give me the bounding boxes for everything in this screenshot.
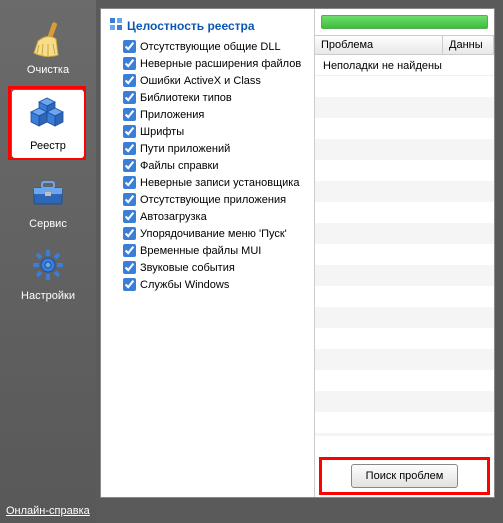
check-box[interactable] bbox=[123, 261, 136, 274]
sidebar-item-settings[interactable]: Настройки bbox=[12, 244, 84, 302]
main-panel: Целостность реестра Отсутствующие общие … bbox=[100, 8, 495, 498]
button-area: Поиск проблем bbox=[315, 455, 494, 497]
check-label: Неверные расширения файлов bbox=[140, 58, 301, 70]
result-row: Неполадки не найдены bbox=[315, 55, 494, 76]
result-body: Неполадки не найдены bbox=[315, 55, 494, 455]
result-header: Проблема Данны bbox=[315, 35, 494, 55]
empty-rows bbox=[315, 76, 494, 436]
check-item[interactable]: Отсутствующие общие DLL bbox=[123, 38, 310, 55]
check-label: Приложения bbox=[140, 109, 204, 121]
check-box[interactable] bbox=[123, 227, 136, 240]
check-box[interactable] bbox=[123, 210, 136, 223]
check-box[interactable] bbox=[123, 40, 136, 53]
check-label: Библиотеки типов bbox=[140, 92, 232, 104]
check-label: Временные файлы MUI bbox=[140, 245, 261, 257]
panel-title: Целостность реестра bbox=[109, 17, 310, 34]
scan-button[interactable]: Поиск проблем bbox=[351, 464, 459, 488]
check-box[interactable] bbox=[123, 108, 136, 121]
registry-small-icon bbox=[109, 17, 123, 34]
check-box[interactable] bbox=[123, 74, 136, 87]
check-box[interactable] bbox=[123, 142, 136, 155]
check-item[interactable]: Автозагрузка bbox=[123, 208, 310, 225]
check-item[interactable]: Временные файлы MUI bbox=[123, 242, 310, 259]
registry-cubes-icon bbox=[20, 94, 76, 136]
check-box[interactable] bbox=[123, 125, 136, 138]
gear-icon bbox=[20, 244, 76, 286]
result-panel: Проблема Данны Неполадки не найдены Поис… bbox=[315, 9, 494, 497]
progress-bar bbox=[321, 15, 488, 29]
check-item[interactable]: Упорядочивание меню 'Пуск' bbox=[123, 225, 310, 242]
check-label: Службы Windows bbox=[140, 279, 229, 291]
column-problem[interactable]: Проблема bbox=[315, 36, 443, 54]
check-label: Пути приложений bbox=[140, 143, 230, 155]
column-data[interactable]: Данны bbox=[443, 36, 494, 54]
check-label: Неверные записи установщика bbox=[140, 177, 299, 189]
check-label: Упорядочивание меню 'Пуск' bbox=[140, 228, 287, 240]
check-item[interactable]: Файлы справки bbox=[123, 157, 310, 174]
check-label: Файлы справки bbox=[140, 160, 219, 172]
check-item[interactable]: Шрифты bbox=[123, 123, 310, 140]
sidebar-item-label: Сервис bbox=[12, 218, 84, 230]
check-item[interactable]: Пути приложений bbox=[123, 140, 310, 157]
check-item[interactable]: Библиотеки типов bbox=[123, 89, 310, 106]
broom-icon bbox=[20, 18, 76, 60]
sidebar: Очистка Реестр bbox=[0, 0, 96, 523]
check-item[interactable]: Звуковые события bbox=[123, 259, 310, 276]
check-label: Отсутствующие общие DLL bbox=[140, 41, 281, 53]
check-label: Отсутствующие приложения bbox=[140, 194, 286, 206]
sidebar-item-cleanup[interactable]: Очистка bbox=[12, 18, 84, 76]
check-label: Автозагрузка bbox=[140, 211, 207, 223]
check-label: Ошибки ActiveX и Class bbox=[140, 75, 261, 87]
sidebar-item-label: Реестр bbox=[12, 140, 84, 152]
check-box[interactable] bbox=[123, 278, 136, 291]
check-item[interactable]: Приложения bbox=[123, 106, 310, 123]
check-panel: Целостность реестра Отсутствующие общие … bbox=[101, 9, 315, 497]
sidebar-item-tools[interactable]: Сервис bbox=[12, 172, 84, 230]
check-item[interactable]: Отсутствующие приложения bbox=[123, 191, 310, 208]
check-item[interactable]: Ошибки ActiveX и Class bbox=[123, 72, 310, 89]
check-list: Отсутствующие общие DLL Неверные расширен… bbox=[105, 38, 310, 293]
check-box[interactable] bbox=[123, 193, 136, 206]
check-box[interactable] bbox=[123, 244, 136, 257]
sidebar-item-label: Очистка bbox=[12, 64, 84, 76]
check-item[interactable]: Неверные расширения файлов bbox=[123, 55, 310, 72]
check-item[interactable]: Неверные записи установщика bbox=[123, 174, 310, 191]
toolbox-icon bbox=[20, 172, 76, 214]
check-item[interactable]: Службы Windows bbox=[123, 276, 310, 293]
sidebar-item-label: Настройки bbox=[12, 290, 84, 302]
check-label: Звуковые события bbox=[140, 262, 235, 274]
check-box[interactable] bbox=[123, 159, 136, 172]
sidebar-item-registry[interactable]: Реестр bbox=[12, 90, 84, 158]
help-link[interactable]: Онлайн-справка bbox=[6, 505, 90, 517]
check-box[interactable] bbox=[123, 57, 136, 70]
check-box[interactable] bbox=[123, 91, 136, 104]
check-box[interactable] bbox=[123, 176, 136, 189]
check-label: Шрифты bbox=[140, 126, 184, 138]
